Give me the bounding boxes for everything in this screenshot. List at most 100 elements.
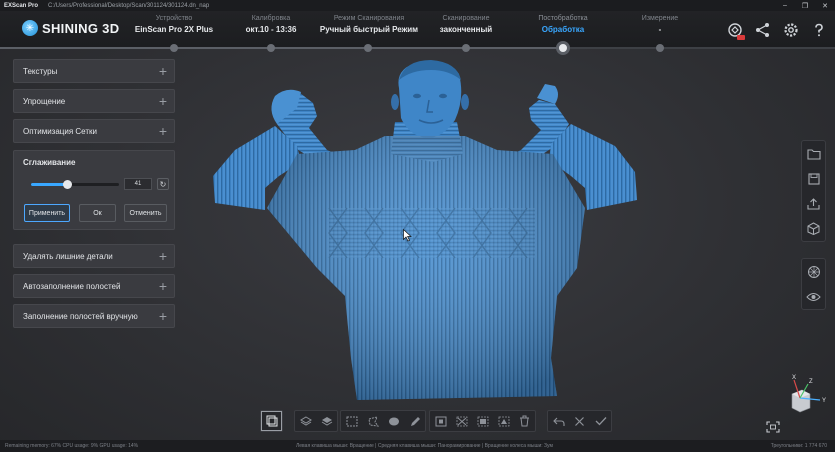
crop-select-icon[interactable] xyxy=(472,411,493,431)
section-manual-fill-holes[interactable]: Заполнение полостей вручную + xyxy=(13,304,175,328)
progress-dot-current[interactable] xyxy=(556,41,570,55)
step-value: - xyxy=(658,25,662,34)
mouse-cursor-icon xyxy=(403,229,412,242)
layer-back-icon[interactable] xyxy=(316,411,337,431)
invert-select-icon[interactable] xyxy=(430,411,451,431)
brush-select-icon[interactable] xyxy=(383,411,404,431)
step-scan-mode[interactable]: Режим Сканирования Ручный быстрый Режим xyxy=(319,15,419,34)
section-textures[interactable]: Текстуры + xyxy=(13,59,175,83)
shining3d-logo-icon: ✳ xyxy=(22,20,38,36)
share-icon[interactable] xyxy=(753,20,773,40)
apply-button[interactable]: Применить xyxy=(24,204,70,222)
open-folder-icon[interactable] xyxy=(802,141,825,166)
close-button[interactable]: ✕ xyxy=(815,0,835,11)
smoothing-slider[interactable] xyxy=(31,180,119,189)
step-label: Постобработка xyxy=(538,15,588,22)
app-name: EXScan Pro xyxy=(4,2,39,9)
app-window: EXScan Pro C:/Users/Professional/Desktop… xyxy=(0,0,835,452)
expand-icon[interactable]: + xyxy=(159,123,167,139)
expand-icon[interactable]: + xyxy=(159,63,167,79)
pen-select-icon[interactable] xyxy=(404,411,425,431)
select-group xyxy=(260,410,283,432)
section-auto-fill-holes[interactable]: Автозаполнение полостей + xyxy=(13,274,175,298)
section-title: Текстуры xyxy=(23,66,58,76)
section-title: Заполнение полостей вручную xyxy=(23,311,138,321)
deselect-icon[interactable] xyxy=(451,411,472,431)
ok-button[interactable]: Ок xyxy=(79,204,116,222)
step-value: окт.10 - 13:36 xyxy=(245,25,297,34)
edit-toolbar xyxy=(0,410,835,436)
step-label: Калибровка xyxy=(251,15,291,22)
window-controls: – ❐ ✕ xyxy=(775,0,835,11)
section-mesh-optimization[interactable]: Оптимизация Сетки + xyxy=(13,119,175,143)
section-title: Оптимизация Сетки xyxy=(23,126,97,136)
section-title: Сглаживание xyxy=(23,157,76,167)
step-postprocessing[interactable]: Постобработка Обработка xyxy=(514,15,612,34)
step-value: EinScan Pro 2X Plus xyxy=(134,25,214,34)
progress-dot[interactable] xyxy=(656,44,664,52)
step-calibration[interactable]: Калибровка окт.10 - 13:36 xyxy=(222,15,320,34)
cancel-button[interactable]: Отменить xyxy=(124,204,167,222)
visibility-icon[interactable] xyxy=(802,284,825,309)
window-title-bar: EXScan Pro C:/Users/Professional/Desktop… xyxy=(0,0,835,11)
status-bar: Remaining memory: 67% CPU usage: 9% GPU … xyxy=(0,440,835,452)
delete-select-icon[interactable] xyxy=(514,411,535,431)
select-all-icon[interactable] xyxy=(261,411,282,431)
step-value: Ручный быстрый Режим xyxy=(319,25,419,34)
expand-icon[interactable]: + xyxy=(159,308,167,324)
step-measurement[interactable]: Измерение - xyxy=(611,15,709,34)
selection-mode-group xyxy=(340,410,426,432)
section-remove-details[interactable]: Удалять лишние детали + xyxy=(13,244,175,268)
model-cube-icon[interactable] xyxy=(802,216,825,241)
progress-dot[interactable] xyxy=(267,44,275,52)
history-group xyxy=(547,410,612,432)
view-toolbar xyxy=(801,258,826,310)
progress-dot[interactable] xyxy=(462,44,470,52)
scanned-3d-model[interactable] xyxy=(205,58,645,408)
lasso-select-icon[interactable] xyxy=(362,411,383,431)
slider-handle[interactable] xyxy=(63,180,73,189)
undo-icon[interactable] xyxy=(548,411,569,431)
progress-dot[interactable] xyxy=(364,44,372,52)
help-icon[interactable] xyxy=(809,20,829,40)
step-label: Измерение xyxy=(641,15,679,22)
step-scanning[interactable]: Сканирование законченный xyxy=(417,15,515,34)
expand-icon[interactable]: + xyxy=(159,93,167,109)
rect-select-icon[interactable] xyxy=(341,411,362,431)
workflow-progress xyxy=(0,41,835,55)
export-icon[interactable] xyxy=(802,191,825,216)
file-toolbar xyxy=(801,140,826,242)
restore-button[interactable]: ❐ xyxy=(795,0,815,11)
selection-edit-group xyxy=(429,410,536,432)
mesh-view-icon[interactable] xyxy=(802,259,825,284)
layer-group xyxy=(294,410,338,432)
layer-front-icon[interactable] xyxy=(295,411,316,431)
fill-select-icon[interactable] xyxy=(493,411,514,431)
logo: ✳ SHINING 3D xyxy=(22,20,119,36)
mesh-upload-icon[interactable] xyxy=(725,20,745,40)
reset-icon[interactable]: ↻ xyxy=(157,178,169,190)
save-icon[interactable] xyxy=(802,166,825,191)
axis-x-label: X xyxy=(792,375,796,381)
mouse-hint-text: Левая клавиша мыши: Вращение | Средняя к… xyxy=(296,443,553,449)
new-badge xyxy=(737,35,745,40)
section-simplify[interactable]: Упрощение + xyxy=(13,89,175,113)
section-title: Удалять лишние детали xyxy=(23,251,113,261)
minimize-button[interactable]: – xyxy=(775,0,795,11)
expand-icon[interactable]: + xyxy=(159,248,167,264)
slider-fill xyxy=(31,183,68,186)
settings-icon[interactable] xyxy=(781,20,801,40)
step-device[interactable]: Устройство EinScan Pro 2X Plus xyxy=(125,15,223,34)
system-usage-text: Remaining memory: 67% CPU usage: 9% GPU … xyxy=(5,443,139,449)
step-value: законченный xyxy=(439,25,493,34)
step-label: Режим Сканирования xyxy=(333,15,405,22)
expand-icon[interactable]: + xyxy=(159,278,167,294)
confirm-icon[interactable] xyxy=(590,411,611,431)
cancel-icon[interactable] xyxy=(569,411,590,431)
triangle-count-text: Треугольники: 1 774 670 xyxy=(770,443,827,449)
section-smoothing: Сглаживание 41 ↻ Применить Ок Отменить xyxy=(13,150,175,230)
step-label: Устройство xyxy=(155,15,193,22)
smoothing-value-input[interactable]: 41 xyxy=(124,178,152,190)
section-title: Упрощение xyxy=(23,96,66,106)
progress-dot[interactable] xyxy=(170,44,178,52)
